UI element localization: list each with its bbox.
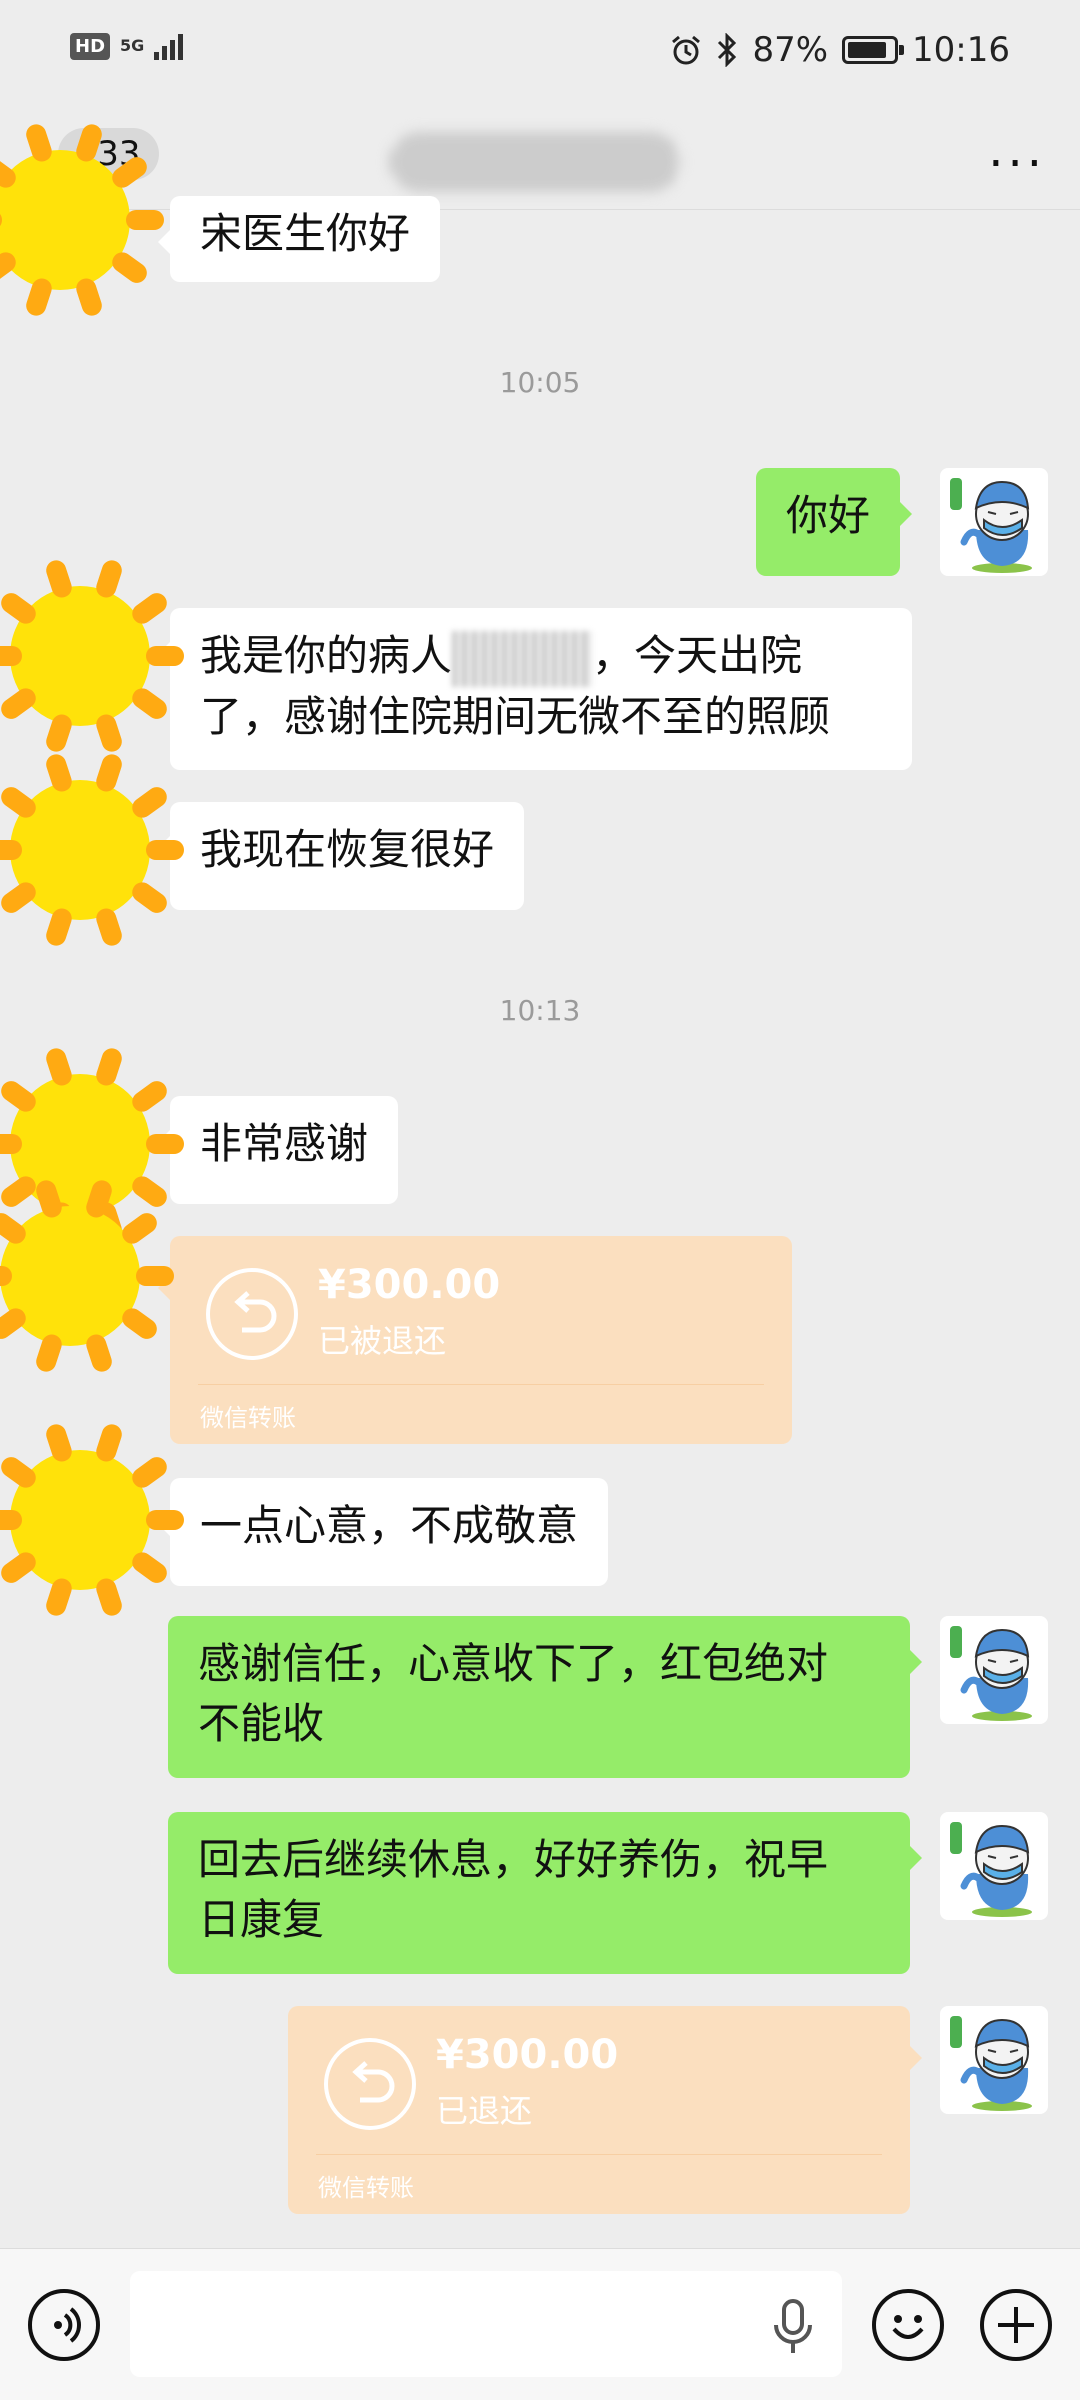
sun-ray (108, 248, 151, 287)
mic-icon[interactable] (770, 2299, 816, 2355)
transfer-divider (198, 1384, 764, 1385)
transfer-card[interactable]: ¥300.00 已退还 微信转账 (288, 2006, 922, 2214)
transfer-status: 已被退还 (318, 1322, 447, 1360)
sun-ray (93, 905, 125, 949)
sun-ray (93, 557, 125, 601)
voice-icon[interactable] (28, 2289, 100, 2361)
transfer-amount: ¥300.00 (436, 2032, 619, 2078)
sun-ray (83, 1177, 115, 1221)
transfer-divider (316, 2154, 882, 2155)
doctor-cartoon-icon (950, 2016, 1032, 2111)
sun-ray (93, 1045, 125, 1089)
bluetooth-icon (718, 33, 737, 67)
message-outgoing[interactable]: 感谢信任，心意收下了，红包绝对 不能收 (168, 1616, 922, 1778)
message-text: 我现在恢复很好 (200, 825, 495, 874)
self-avatar[interactable] (940, 1812, 1048, 1920)
peer-avatar[interactable] (0, 1176, 174, 1376)
status-right: 87% 10:16 (670, 30, 1010, 70)
clock: 10:16 (912, 30, 1010, 70)
battery-icon (842, 36, 905, 64)
message-incoming[interactable]: 我现在恢复很好 (157, 802, 525, 910)
message-text: 感谢信任，心意收下了，红包绝对 (198, 1639, 829, 1688)
sun-ray (146, 1510, 184, 1530)
peer-avatar[interactable] (0, 120, 164, 320)
sun-ray (83, 1331, 115, 1375)
message-text: ，今天出院 (592, 631, 803, 680)
message-incoming[interactable]: 一点心意，不成敬意 (157, 1478, 609, 1586)
message-text: 宋医生你好 (200, 209, 411, 258)
more-dots-icon[interactable]: ··· (988, 140, 1046, 188)
message-incoming[interactable]: 我是你的病人 ，今天出院 了，感谢住院期间无微不至的照顾 (158, 608, 912, 770)
message-text: 日康复 (198, 1895, 325, 1944)
sun-ray (93, 1421, 125, 1465)
sun-ray (93, 711, 125, 755)
redacted-name (452, 630, 593, 687)
message-incoming[interactable]: 非常感谢 (157, 1096, 399, 1204)
sun-ray (0, 1510, 22, 1530)
timestamp: 10:13 (499, 994, 581, 1027)
sun-ray (93, 1575, 125, 1619)
network-label: 5G (120, 36, 145, 55)
chat-title-redacted (390, 132, 680, 192)
return-arrow-icon (206, 1268, 298, 1360)
sun-ray (126, 210, 164, 230)
transfer-amount: ¥300.00 (318, 1262, 501, 1308)
self-avatar[interactable] (940, 468, 1048, 576)
transfer-label: 微信转账 (200, 1404, 296, 1432)
sun-ray (136, 1266, 174, 1286)
sun-ray (93, 751, 125, 795)
sun-ray (128, 1548, 171, 1587)
alarm-icon (672, 35, 701, 65)
sun-ray (146, 646, 184, 666)
message-text: 一点心意，不成敬意 (200, 1501, 579, 1550)
message-text: 回去后继续休息，好好养伤，祝早 (198, 1835, 829, 1884)
signal-icon (154, 32, 184, 60)
message-text: 不能收 (198, 1699, 325, 1748)
plus-icon[interactable] (980, 2289, 1052, 2361)
sun-ray (146, 840, 184, 860)
sun-ray (146, 1134, 184, 1154)
peer-avatar[interactable] (0, 556, 184, 756)
message-outgoing[interactable]: 你好 (756, 468, 913, 576)
message-incoming[interactable]: 宋医生你好 (157, 196, 441, 282)
sun-ray (0, 646, 22, 666)
transfer-label: 微信转账 (318, 2174, 414, 2202)
message-text: 我是你的病人 (200, 631, 453, 680)
message-line: 我是你的病人 ，今天出院 (200, 626, 882, 687)
input-bar (0, 2248, 1080, 2400)
battery-percent: 87% (752, 30, 829, 70)
message-text: 你好 (786, 491, 871, 540)
status-bar: HD 5G 87% 10:16 (0, 0, 1080, 110)
sun-ray (73, 121, 105, 165)
message-text: 了，感谢住院期间无微不至的照顾 (200, 691, 831, 741)
timestamp: 10:05 (499, 366, 581, 399)
return-arrow-icon (324, 2038, 416, 2130)
sun-ray (128, 684, 171, 723)
sun-ray (0, 1134, 22, 1154)
doctor-cartoon-icon (950, 1626, 1032, 1721)
emoji-icon[interactable] (872, 2289, 944, 2361)
sun-ray (73, 275, 105, 319)
hd-badge: HD (70, 32, 111, 60)
peer-avatar[interactable] (0, 750, 184, 950)
doctor-cartoon-icon (950, 478, 1032, 573)
self-avatar[interactable] (940, 2006, 1048, 2114)
sun-ray (118, 1304, 161, 1343)
message-text: 非常感谢 (200, 1119, 369, 1168)
doctor-cartoon-icon (950, 1822, 1032, 1917)
battery-fill (848, 42, 887, 58)
transfer-status: 已退还 (436, 2092, 533, 2130)
sun-ray (0, 840, 22, 860)
transfer-card[interactable]: ¥300.00 已被退还 微信转账 (158, 1236, 792, 1444)
sun-ray (128, 878, 171, 917)
sun-core (0, 150, 130, 290)
self-avatar[interactable] (940, 1616, 1048, 1724)
chat-header: ‹ 133 ··· (0, 110, 1080, 210)
message-input[interactable] (130, 2271, 842, 2377)
message-outgoing[interactable]: 回去后继续休息，好好养伤，祝早 日康复 (168, 1812, 922, 1974)
status-left: HD 5G (70, 32, 184, 60)
peer-avatar[interactable] (0, 1420, 184, 1620)
